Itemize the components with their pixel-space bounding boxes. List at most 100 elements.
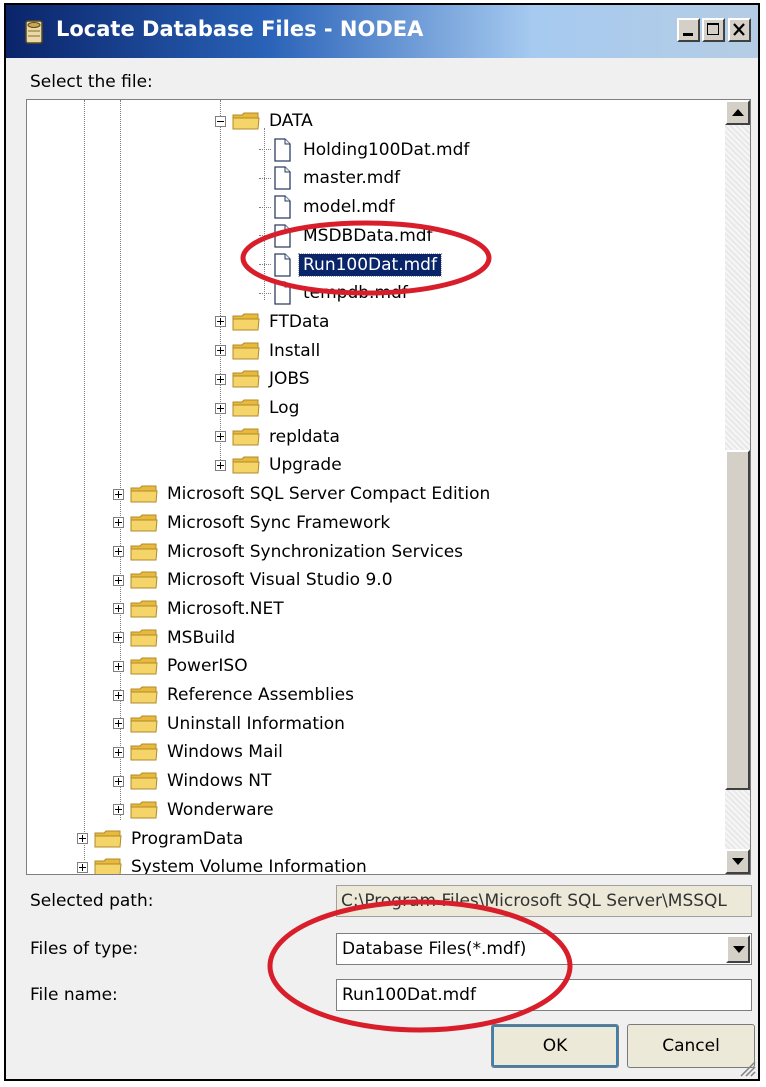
expand-icon[interactable]	[113, 718, 124, 730]
tree-file-tempdb[interactable]: tempdb.mdf	[259, 279, 412, 307]
tree-folder-windows-nt[interactable]: Windows NT	[113, 767, 275, 795]
expand-icon[interactable]	[113, 660, 124, 672]
tree-item-label: Uninstall Information	[167, 713, 345, 734]
tree-folder-uninstall-information[interactable]: Uninstall Information	[113, 710, 349, 738]
expand-icon[interactable]	[215, 373, 226, 385]
tree-folder-jobs[interactable]: JOBS	[215, 365, 314, 393]
tree-folder-windows-mail[interactable]: Windows Mail	[113, 738, 287, 766]
expand-icon[interactable]	[113, 775, 124, 787]
expand-icon[interactable]	[113, 746, 124, 758]
folder-icon	[232, 398, 260, 418]
tree-folder-ftdata[interactable]: FTData	[215, 308, 333, 336]
expand-icon[interactable]	[215, 316, 226, 328]
folder-icon	[232, 427, 260, 447]
scrollbar-thumb[interactable]	[725, 450, 750, 790]
expand-icon[interactable]	[215, 431, 226, 443]
tree-folder-repldata[interactable]: repldata	[215, 423, 344, 451]
tree-item-label: Microsoft SQL Server Compact Edition	[167, 484, 491, 505]
resize-grip-icon[interactable]	[736, 1057, 756, 1077]
folder-icon	[130, 685, 158, 705]
files-of-type-label: Files of type:	[30, 939, 139, 959]
folder-icon	[130, 800, 158, 820]
expand-icon[interactable]	[215, 459, 226, 471]
file-name-input[interactable]	[336, 979, 752, 1011]
expand-icon[interactable]	[215, 402, 226, 414]
tree-file-msdbdata[interactable]: MSDBData.mdf	[259, 222, 437, 250]
tree-folder-sync-framework[interactable]: Microsoft Sync Framework	[113, 509, 394, 537]
tree-folder-dotnet[interactable]: Microsoft.NET	[113, 595, 288, 623]
expand-icon[interactable]	[113, 603, 124, 615]
expand-icon[interactable]	[113, 546, 124, 557]
expand-icon[interactable]	[113, 632, 124, 644]
tree-folder-sql-compact[interactable]: Microsoft SQL Server Compact Edition	[113, 480, 494, 508]
tree-item-label: MSDBData.mdf	[303, 225, 433, 246]
files-of-type-select[interactable]: Database Files(*.mdf)	[336, 933, 752, 965]
expand-icon[interactable]	[113, 488, 124, 500]
tree-item-label: FTData	[269, 311, 330, 332]
file-tree[interactable]: DATA Holding100Dat.mdf master.mdf model.mdf…	[26, 99, 751, 875]
file-icon	[273, 252, 291, 277]
folder-icon	[130, 599, 158, 619]
tree-folder-programdata[interactable]: ProgramData	[77, 825, 247, 853]
tree-folder-msbuild[interactable]: MSBuild	[113, 624, 239, 652]
selected-path-field: C:\Program Files\Microsoft SQL Server\MS…	[336, 885, 752, 917]
tree-folder-reference-assemblies[interactable]: Reference Assemblies	[113, 681, 358, 709]
collapse-icon[interactable]	[215, 115, 226, 127]
tree-folder-poweriso[interactable]: PowerISO	[113, 652, 252, 680]
maximize-icon	[707, 23, 719, 35]
tree-item-label: repldata	[269, 426, 340, 447]
expand-icon[interactable]	[113, 517, 124, 529]
expand-icon[interactable]	[113, 689, 124, 701]
minimize-button[interactable]	[677, 18, 700, 42]
folder-icon	[232, 111, 260, 131]
expand-icon[interactable]	[113, 574, 124, 586]
tree-folder-install[interactable]: Install	[215, 337, 324, 365]
close-button[interactable]	[728, 18, 751, 42]
tree-file-model[interactable]: model.mdf	[259, 193, 399, 221]
tree-connector	[259, 235, 271, 237]
file-icon	[273, 195, 291, 219]
tree-item-label: Reference Assemblies	[167, 685, 354, 705]
folder-icon	[130, 628, 158, 648]
tree-file-run100dat[interactable]: Run100Dat.mdf	[259, 251, 442, 279]
folder-icon	[232, 341, 260, 361]
tree-connector	[259, 264, 271, 265]
expand-icon[interactable]	[77, 833, 88, 844]
tree-item-label: Log	[269, 398, 300, 418]
tree-item-label: Microsoft Synchronization Services	[167, 541, 464, 562]
scroll-down-button[interactable]	[725, 849, 750, 874]
tree-folder-system-volume-information[interactable]: System Volume Information	[77, 853, 371, 874]
tree-folder-sync-services[interactable]: Microsoft Synchronization Services	[113, 538, 467, 566]
tree-item-label: Windows Mail	[167, 742, 283, 763]
tree-item-label: JOBS	[269, 369, 310, 390]
folder-icon	[94, 857, 122, 874]
tree-rows: DATA Holding100Dat.mdf master.mdf model.mdf…	[27, 100, 725, 874]
selected-path-label: Selected path:	[30, 891, 154, 911]
scroll-up-button[interactable]	[725, 100, 750, 125]
tree-item-label: Upgrade	[269, 455, 342, 476]
tree-item-label: tempdb.mdf	[303, 283, 408, 304]
ok-button[interactable]: OK	[491, 1024, 619, 1068]
tree-folder-data[interactable]: DATA	[215, 107, 317, 135]
file-icon	[273, 166, 291, 191]
files-of-type-dropdown-button[interactable]	[726, 935, 750, 963]
minimize-icon	[683, 33, 693, 36]
folder-icon	[130, 742, 158, 762]
expand-icon[interactable]	[215, 345, 226, 357]
maximize-button[interactable]	[702, 18, 725, 42]
tree-folder-wonderware[interactable]: Wonderware	[113, 796, 278, 824]
tree-file-master[interactable]: master.mdf	[259, 164, 404, 192]
expand-icon[interactable]	[77, 861, 88, 873]
chevron-down-icon	[733, 946, 745, 953]
vertical-scrollbar[interactable]	[725, 100, 750, 874]
tree-folder-upgrade[interactable]: Upgrade	[215, 451, 346, 479]
scroll-down-icon	[732, 858, 744, 865]
expand-icon[interactable]	[113, 804, 124, 816]
folder-icon	[130, 513, 158, 533]
tree-folder-log[interactable]: Log	[215, 394, 303, 422]
tree-folder-visual-studio[interactable]: Microsoft Visual Studio 9.0	[113, 566, 397, 594]
title-bar[interactable]: Locate Database Files - NODEA	[6, 5, 758, 58]
tree-file-holding100dat[interactable]: Holding100Dat.mdf	[259, 136, 473, 164]
tree-connector	[259, 177, 271, 179]
tree-connector	[259, 292, 271, 294]
